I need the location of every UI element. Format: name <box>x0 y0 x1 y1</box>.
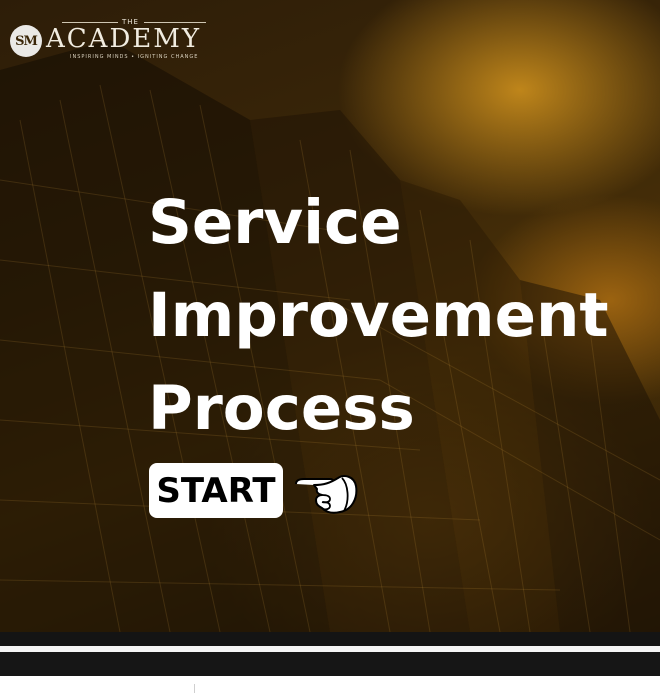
footer-divider <box>194 684 195 693</box>
logo-name: ACADEMY <box>46 24 202 54</box>
logo-tagline: INSPIRING MINDS • IGNITING CHANGE <box>70 54 199 60</box>
title-line-3: Process <box>148 373 415 444</box>
start-button[interactable]: START <box>149 463 283 518</box>
academy-logo[interactable]: SM THE ACADEMY INSPIRING MINDS • IGNITIN… <box>10 18 210 62</box>
sm-badge-icon: SM <box>10 25 42 57</box>
hero-banner: SM THE ACADEMY INSPIRING MINDS • IGNITIN… <box>0 0 660 632</box>
footer-bar-top <box>0 632 660 646</box>
page-title: Service Improvement Process <box>148 176 648 455</box>
title-line-1: Service <box>148 187 402 258</box>
footer-bar-main <box>0 652 660 676</box>
pointing-hand-icon[interactable] <box>294 470 360 516</box>
title-line-2: Improvement <box>148 280 609 351</box>
logo-divider-left <box>62 22 118 23</box>
logo-divider-right <box>144 22 206 23</box>
footer-strip <box>0 676 660 693</box>
